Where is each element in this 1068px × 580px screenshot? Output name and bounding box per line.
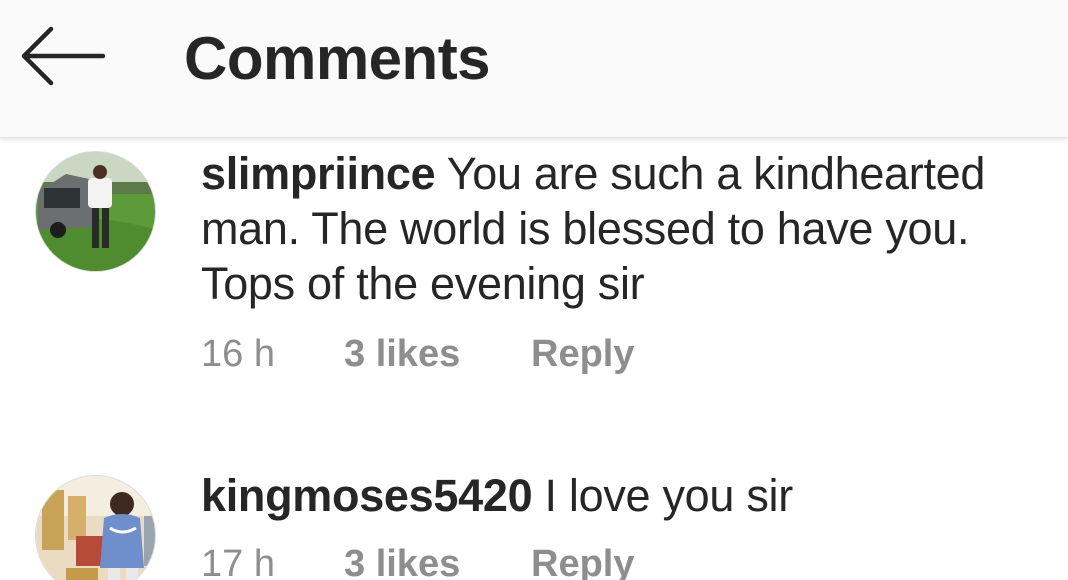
arrow-left-icon	[21, 26, 105, 86]
comment-text: I love you sir	[544, 470, 794, 521]
comment-username[interactable]: kingmoses5420	[201, 470, 533, 521]
top-app-bar: Comments	[0, 0, 1068, 138]
comment-timestamp: 17 h	[201, 543, 275, 580]
comment-body: kingmoses5420 I love you sir	[201, 468, 1031, 523]
reply-button[interactable]: Reply	[531, 543, 634, 580]
comments-screen: Comments slimpriince You are such a kind…	[0, 0, 1068, 580]
avatar[interactable]	[35, 151, 156, 272]
avatar-image	[36, 476, 155, 580]
comment-timestamp: 16 h	[201, 333, 275, 375]
avatar[interactable]	[35, 475, 156, 580]
likes-count-button[interactable]: 3 likes	[344, 333, 460, 376]
page-title: Comments	[184, 25, 491, 92]
back-button[interactable]	[14, 18, 110, 94]
comment-body: slimpriince You are such a kindhearted m…	[201, 146, 1031, 311]
comment-username[interactable]: slimpriince	[201, 148, 436, 199]
avatar-image	[36, 152, 155, 271]
likes-count-button[interactable]: 3 likes	[344, 543, 460, 580]
reply-button[interactable]: Reply	[531, 333, 634, 376]
